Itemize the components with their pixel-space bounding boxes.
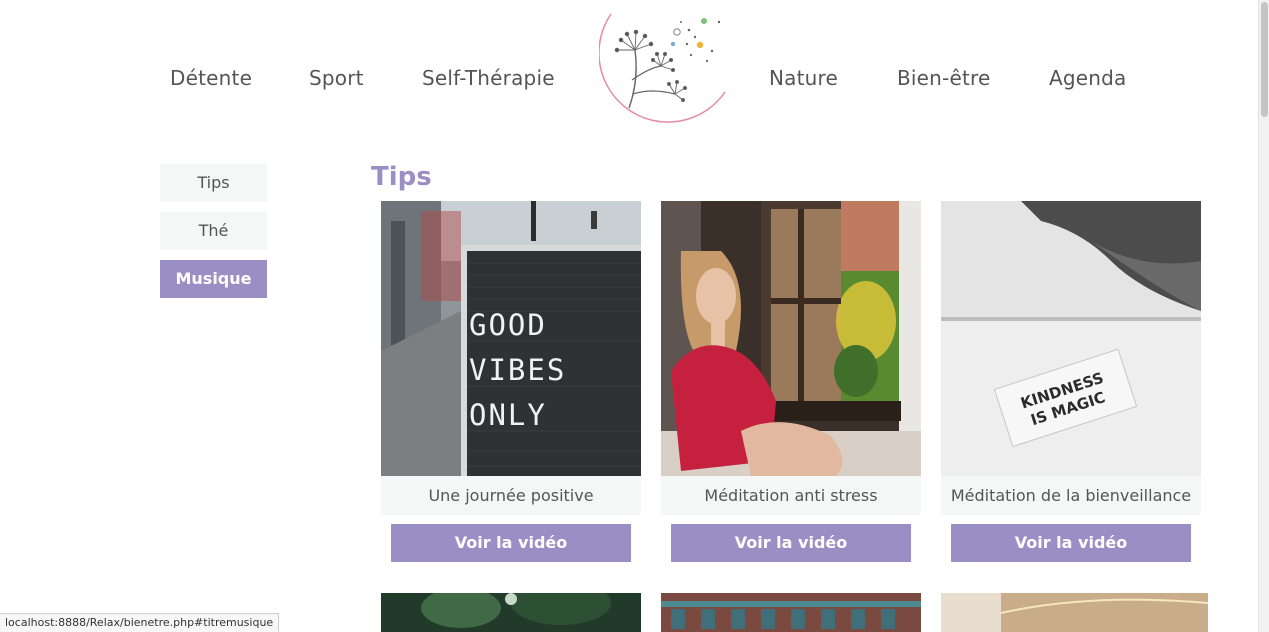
watch-video-button[interactable]: Voir la vidéo [671, 524, 911, 562]
site-logo[interactable] [598, 10, 729, 132]
dandelion-logo-icon [598, 13, 726, 123]
section-title: Tips [371, 162, 432, 192]
card-caption: Méditation de la bienveillance [941, 476, 1201, 515]
letterboard-good-vibes-photo: GOOD VIBES ONLY [381, 201, 641, 476]
nav-link-bien-etre[interactable]: Bien-être [897, 66, 991, 90]
kindness-card-photo: KINDNESS IS MAGIC [941, 201, 1201, 476]
card-caption: Méditation anti stress [661, 476, 921, 515]
video-card: Méditation anti stress Voir la vidéo [661, 201, 921, 562]
main-nav: Détente Sport Self-Thérapie Nature Bien-… [0, 0, 1258, 150]
nav-link-agenda[interactable]: Agenda [1049, 66, 1127, 90]
watch-video-button[interactable]: Voir la vidéo [951, 524, 1191, 562]
video-card: KINDNESS IS MAGIC Méditation de la bienv… [941, 201, 1201, 562]
sign-line-1: GOOD [469, 308, 547, 342]
video-card: GOOD VIBES ONLY Une journée positive Voi… [381, 201, 641, 562]
video-card-next-photo [941, 593, 1208, 632]
page-scrollbar[interactable] [1258, 0, 1269, 632]
sign-line-3: ONLY [469, 398, 547, 432]
watch-video-button[interactable]: Voir la vidéo [391, 524, 631, 562]
side-menu: Tips Thé Musique [160, 164, 267, 308]
nav-link-self-therapie[interactable]: Self-Thérapie [422, 66, 555, 90]
video-card-next-photo [661, 593, 921, 632]
nav-link-detente[interactable]: Détente [170, 66, 252, 90]
sign-line-2: VIBES [469, 353, 566, 387]
scrollbar-thumb[interactable] [1261, 2, 1268, 117]
status-bar-url: localhost:8888/Relax/bienetre.php#titrem… [0, 613, 280, 632]
nav-link-nature[interactable]: Nature [769, 66, 838, 90]
nav-link-sport[interactable]: Sport [309, 66, 364, 90]
side-menu-the[interactable]: Thé [160, 212, 267, 250]
woman-at-window-photo [661, 201, 921, 476]
side-menu-tips[interactable]: Tips [160, 164, 267, 202]
card-caption: Une journée positive [381, 476, 641, 515]
video-card-next-photo [381, 593, 641, 632]
side-menu-musique[interactable]: Musique [160, 260, 267, 298]
